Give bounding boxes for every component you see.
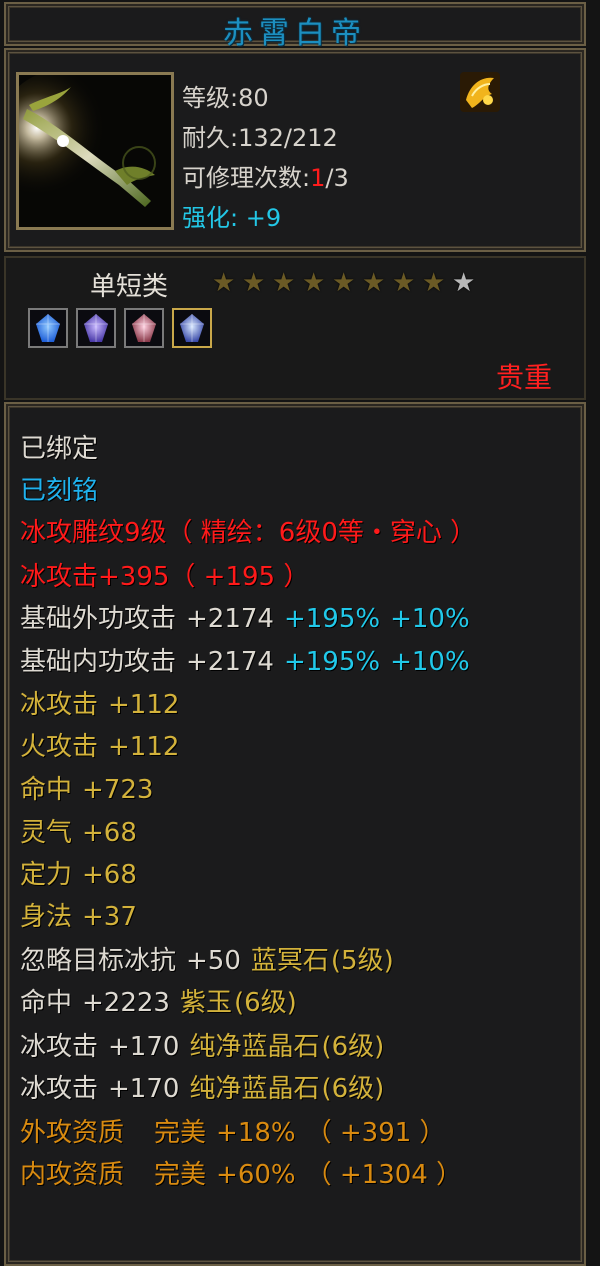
weapon-category: 单短类: [90, 272, 169, 302]
gem-line-2: 命中 +2223 紫玉(6级): [20, 988, 297, 1018]
item-enhancement: 强化: +9: [182, 204, 282, 232]
bound-status: 已绑定: [20, 434, 99, 464]
star-filled-icon: ★: [422, 268, 446, 298]
item-header-panel: 等级:80 耐久:132/212 可修理次数:1/3 强化: +9: [4, 48, 586, 252]
item-repair-count: 可修理次数:1/3: [182, 164, 349, 192]
star-filled-icon: ★: [242, 268, 266, 298]
ice-crystal-gem-icon[interactable]: [172, 308, 212, 348]
pink-crystal-gem-icon[interactable]: [124, 308, 164, 348]
spirit-line: 灵气 +68: [20, 818, 137, 848]
item-durability: 耐久:132/212: [182, 124, 338, 152]
hit-line: 命中 +723: [20, 775, 154, 805]
star-filled-icon: ★: [212, 268, 236, 298]
title-bar: 赤霄白帝: [4, 2, 586, 51]
star-filled-icon: ★: [362, 268, 386, 298]
gem-line-4: 冰攻击 +170 纯净蓝晶石(6级): [20, 1074, 385, 1104]
star-filled-icon: ★: [272, 268, 296, 298]
item-name: 赤霄白帝: [223, 16, 367, 51]
ext-quality-line: 外攻资质 完美 +18% （ +391 ）: [20, 1118, 446, 1148]
ext-attack-line: 基础外功攻击 +2174 +195% +10%: [20, 604, 470, 634]
star-rating: ★ ★ ★ ★ ★ ★ ★ ★ ★: [212, 268, 492, 298]
gem-slots: [28, 308, 228, 350]
carving-line: 冰攻雕纹9级（ 精绘：6级0等・穿心 ）: [20, 518, 477, 548]
item-meta-panel: 单短类 ★ ★ ★ ★ ★ ★ ★ ★ ★ 贵重: [4, 256, 586, 400]
item-level: 等级:80: [182, 84, 269, 112]
gem-line-3: 冰攻击 +170 纯净蓝晶石(6级): [20, 1032, 385, 1062]
star-filled-icon: ★: [332, 268, 356, 298]
focus-line: 定力 +68: [20, 860, 137, 890]
purple-crystal-gem-icon[interactable]: [76, 308, 116, 348]
engraved-status: 已刻铭: [20, 476, 99, 506]
golden-charm-icon[interactable]: [458, 70, 502, 114]
blue-crystal-gem-icon[interactable]: [28, 308, 68, 348]
sword-icon: [19, 75, 171, 227]
int-quality-line: 内攻资质 完美 +60% （ +1304 ）: [20, 1160, 463, 1190]
ice-attack-engraved: 冰攻击+395（ +195 ）: [20, 562, 310, 592]
rarity-label: 贵重: [495, 361, 552, 394]
gem-line-1: 忽略目标冰抗 +50 蓝冥石(5级): [20, 946, 394, 976]
attribute-panel: 已绑定 已刻铭 冰攻雕纹9级（ 精绘：6级0等・穿心 ） 冰攻击+395（ +1…: [4, 402, 586, 1266]
ice-attack-line: 冰攻击 +112: [20, 690, 180, 720]
star-filled-icon: ★: [302, 268, 326, 298]
star-empty-icon: ★: [452, 268, 476, 298]
weapon-icon[interactable]: [16, 72, 174, 230]
star-filled-icon: ★: [392, 268, 416, 298]
agility-line: 身法 +37: [20, 902, 137, 932]
fire-attack-line: 火攻击 +112: [20, 732, 180, 762]
int-attack-line: 基础内功攻击 +2174 +195% +10%: [20, 647, 470, 677]
